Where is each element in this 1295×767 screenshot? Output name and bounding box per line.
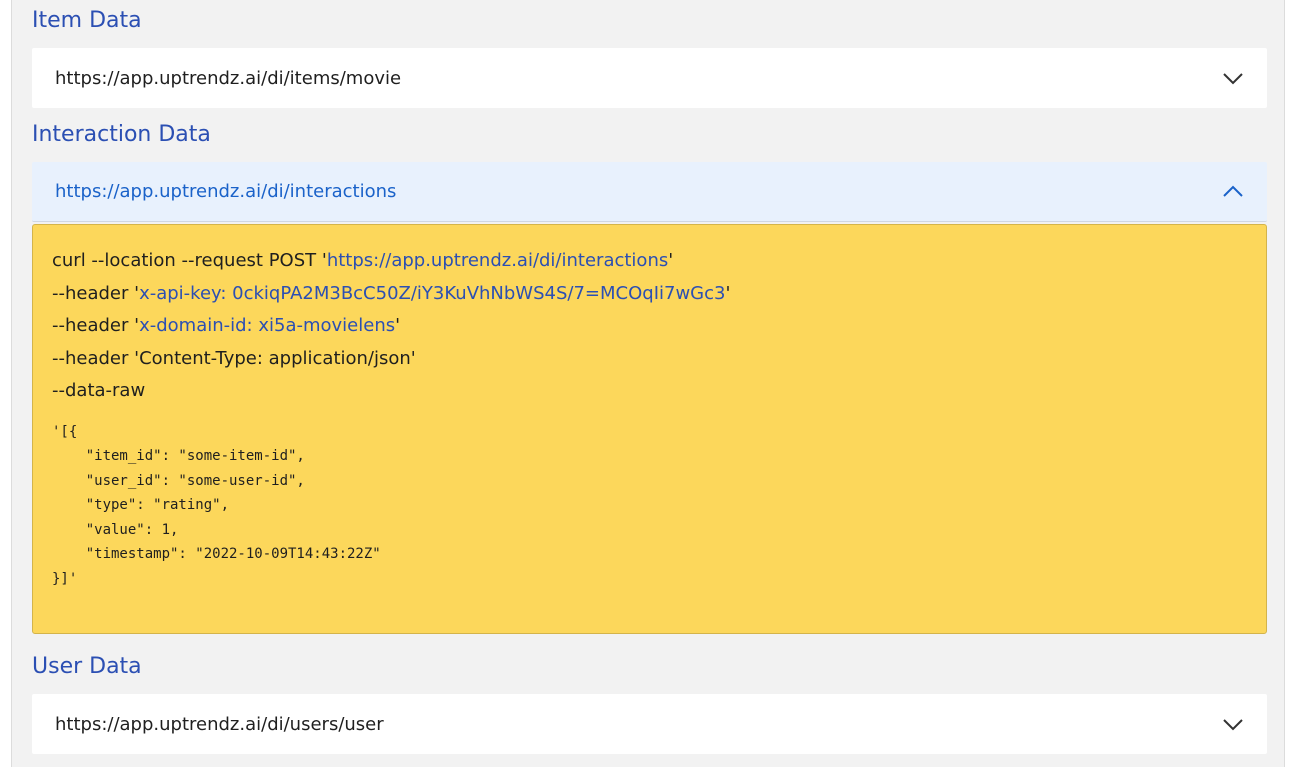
- interaction-data-url: https://app.uptrendz.ai/di/interactions: [55, 181, 397, 202]
- chevron-down-icon: [1221, 712, 1245, 736]
- user-data-title: User Data: [32, 654, 142, 679]
- user-data-accordion-header[interactable]: https://app.uptrendz.ai/di/users/user: [32, 694, 1267, 754]
- item-data-url: https://app.uptrendz.ai/di/items/movie: [55, 67, 402, 89]
- curl-example-code-block: curl --location --request POST 'https://…: [32, 224, 1267, 634]
- api-key-value: x-api-key: 0ckiqPA2M3BcC50Z/iY3KuVhNbWS4…: [139, 282, 726, 304]
- content-type-header-line: --header 'Content-Type: application/json…: [52, 347, 416, 369]
- json-payload: '[{ "item_id": "some-item-id", "user_id"…: [52, 423, 381, 587]
- data-ingestion-panel: Item Data https://app.uptrendz.ai/di/ite…: [11, 0, 1285, 767]
- domain-id-value: x-domain-id: xi5a-movielens: [139, 315, 396, 336]
- domain-id-header-line: --header 'x-domain-id: xi5a-movielens': [52, 315, 401, 336]
- curl-url-link[interactable]: https://app.uptrendz.ai/di/interactions: [327, 250, 668, 271]
- user-data-url: https://app.uptrendz.ai/di/users/user: [55, 713, 384, 735]
- data-raw-line: --data-raw: [52, 380, 146, 401]
- interaction-data-accordion-header[interactable]: https://app.uptrendz.ai/di/interactions: [32, 162, 1267, 222]
- chevron-down-icon: [1221, 66, 1245, 90]
- api-key-header-line: --header 'x-api-key: 0ckiqPA2M3BcC50Z/iY…: [52, 282, 731, 304]
- item-data-accordion-header[interactable]: https://app.uptrendz.ai/di/items/movie: [32, 48, 1267, 108]
- item-data-title: Item Data: [32, 8, 142, 33]
- chevron-up-icon: [1221, 180, 1245, 204]
- curl-command-line: curl --location --request POST 'https://…: [52, 250, 674, 271]
- interaction-data-title: Interaction Data: [32, 122, 211, 147]
